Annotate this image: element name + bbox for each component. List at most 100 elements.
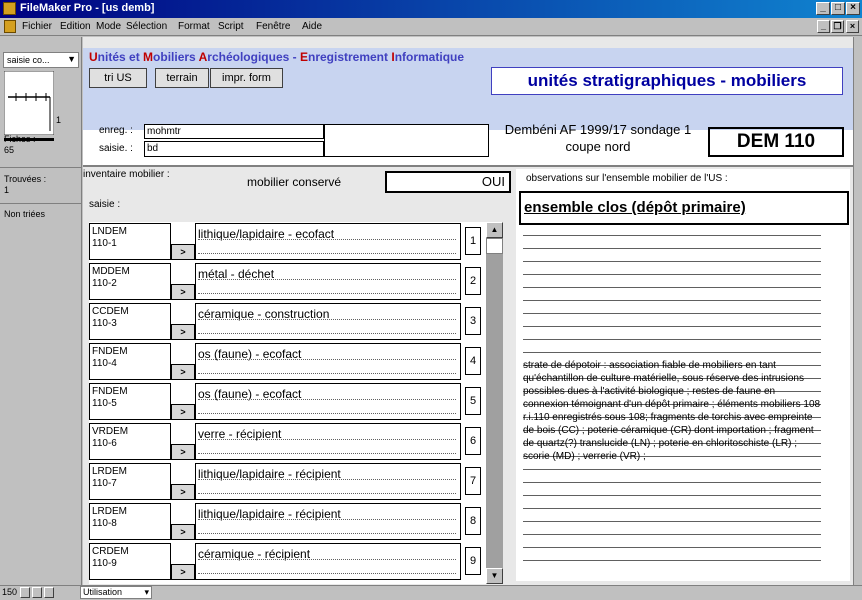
app-title-part: M	[143, 50, 154, 64]
enreg-extra-field[interactable]	[324, 124, 489, 157]
document-icon[interactable]	[4, 20, 16, 33]
item-description-field[interactable]: lithique/lapidaire - récipient	[195, 463, 461, 500]
item-code-field[interactable]: MDDEM 110-2	[89, 263, 171, 300]
item-description-field[interactable]: métal - déchet	[195, 263, 461, 300]
zoom-in-icon[interactable]	[32, 587, 42, 598]
menu-aide[interactable]: Aide	[302, 21, 322, 32]
item-code-field[interactable]: LRDEM 110-8	[89, 503, 171, 540]
underline	[198, 573, 456, 574]
inventory-title: inventaire mobilier :	[83, 169, 170, 180]
go-to-item-button[interactable]: >	[171, 364, 195, 380]
go-to-item-button[interactable]: >	[171, 404, 195, 420]
menu-mode[interactable]: Mode	[96, 21, 121, 32]
menu-selection[interactable]: Sélection	[126, 21, 167, 32]
go-to-item-button[interactable]: >	[171, 324, 195, 340]
fiches-count: 65	[4, 145, 15, 155]
mode-menu[interactable]: Utilisation ▾	[80, 586, 152, 599]
observations-text[interactable]: strate de dépotoir : association fiable …	[523, 359, 823, 463]
item-number: 9	[465, 547, 481, 575]
item-description-field[interactable]: verre - récipient	[195, 423, 461, 460]
scroll-down-icon[interactable]: ▼	[486, 568, 503, 584]
item-code-number: 110-6	[92, 438, 117, 449]
item-description-field[interactable]: céramique - construction	[195, 303, 461, 340]
go-to-item-button[interactable]: >	[171, 444, 195, 460]
item-description-field[interactable]: céramique - récipient	[195, 543, 461, 580]
item-code-field[interactable]: LNDEM 110-1	[89, 223, 171, 260]
section-title: unités stratigraphiques - mobiliers	[491, 67, 843, 95]
item-description-field[interactable]: os (faune) - ecofact	[195, 343, 461, 380]
observations-headline[interactable]: ensemble clos (dépôt primaire)	[519, 191, 849, 225]
go-to-item-button[interactable]: >	[171, 564, 195, 580]
item-number: 4	[465, 347, 481, 375]
status-area: saisie co... ▼ 1 Fiches : 65 Trouvées : …	[0, 37, 82, 585]
item-code-field[interactable]: FNDEM 110-5	[89, 383, 171, 420]
portal-row: LNDEM 110-1 > lithique/lapidaire - ecofact 1	[89, 222, 481, 262]
window-scrollbar[interactable]	[853, 37, 862, 585]
menu-edition[interactable]: Edition	[60, 21, 91, 32]
mdi-restore-button[interactable]: ❐	[831, 20, 844, 33]
underline	[198, 293, 456, 294]
menu-script[interactable]: Script	[218, 21, 244, 32]
print-form-button[interactable]: impr. form	[210, 68, 283, 88]
item-description-field[interactable]: lithique/lapidaire - ecofact	[195, 223, 461, 260]
go-to-item-button[interactable]: >	[171, 284, 195, 300]
underline	[198, 479, 456, 480]
item-code-field[interactable]: VRDEM 110-6	[89, 423, 171, 460]
mdi-minimize-button[interactable]: _	[817, 20, 830, 33]
filemaker-app-icon[interactable]	[3, 2, 16, 15]
item-code-field[interactable]: LRDEM 110-7	[89, 463, 171, 500]
item-code-prefix: LRDEM	[92, 506, 128, 517]
layout-menu[interactable]: saisie co... ▼	[3, 52, 79, 68]
underline	[198, 413, 456, 414]
app-title-part: nformatique	[394, 50, 465, 64]
close-button[interactable]: ×	[846, 2, 860, 15]
underline	[198, 519, 456, 520]
item-description-field[interactable]: os (faune) - ecofact	[195, 383, 461, 420]
record-book-icon[interactable]	[4, 71, 54, 135]
saisie-field[interactable]: bd	[144, 141, 324, 157]
minimize-button[interactable]: _	[816, 2, 830, 15]
item-code-prefix: LRDEM	[92, 466, 128, 477]
menu-fenetre[interactable]: Fenêtre	[256, 21, 290, 32]
enreg-field[interactable]: mohmtr	[144, 124, 324, 139]
item-code-field[interactable]: CCDEM 110-3	[89, 303, 171, 340]
ruled-line	[523, 326, 821, 327]
underline	[198, 253, 456, 254]
go-to-item-button[interactable]: >	[171, 244, 195, 260]
ruled-line	[523, 521, 821, 522]
ruled-line	[523, 235, 821, 236]
underline	[198, 279, 456, 280]
site-line-2: coupe nord	[565, 139, 631, 154]
terrain-button[interactable]: terrain	[155, 68, 209, 88]
portal-row: VRDEM 110-6 > verre - récipient 6	[89, 422, 481, 462]
underline	[198, 439, 456, 440]
item-code-field[interactable]: CRDEM 110-9	[89, 543, 171, 580]
item-code-field[interactable]: FNDEM 110-4	[89, 343, 171, 380]
menu-format[interactable]: Format	[178, 21, 210, 32]
layout-area: Unités et Mobiliers Archéologiques - Enr…	[83, 37, 853, 585]
app-title-part: E	[299, 50, 308, 64]
item-code-number: 110-1	[92, 238, 117, 249]
go-to-item-button[interactable]: >	[171, 524, 195, 540]
ruled-line	[523, 313, 821, 314]
scroll-up-icon[interactable]: ▲	[486, 222, 503, 238]
underline	[198, 239, 456, 240]
tri-us-button[interactable]: tri US	[89, 68, 147, 88]
ruled-line	[523, 300, 821, 301]
menu-fichier[interactable]: Fichier	[22, 21, 52, 32]
mdi-close-button[interactable]: ×	[846, 20, 859, 33]
go-to-item-button[interactable]: >	[171, 484, 195, 500]
portal-row: LRDEM 110-7 > lithique/lapidaire - récipien…	[89, 462, 481, 502]
portal-scrollbar[interactable]: ▲ ▼	[486, 222, 503, 584]
conserve-field[interactable]: OUI	[385, 171, 511, 193]
zoom-level[interactable]: 150	[2, 587, 17, 597]
item-description-field[interactable]: lithique/lapidaire - récipient	[195, 503, 461, 540]
underline	[198, 373, 456, 374]
ruled-line	[523, 339, 821, 340]
status-toggle-icon[interactable]	[44, 587, 54, 598]
scroll-thumb[interactable]	[486, 238, 503, 254]
sort-status: Non triées	[4, 209, 46, 219]
ruled-line	[523, 534, 821, 535]
zoom-out-icon[interactable]	[20, 587, 30, 598]
maximize-button[interactable]: □	[831, 2, 845, 15]
